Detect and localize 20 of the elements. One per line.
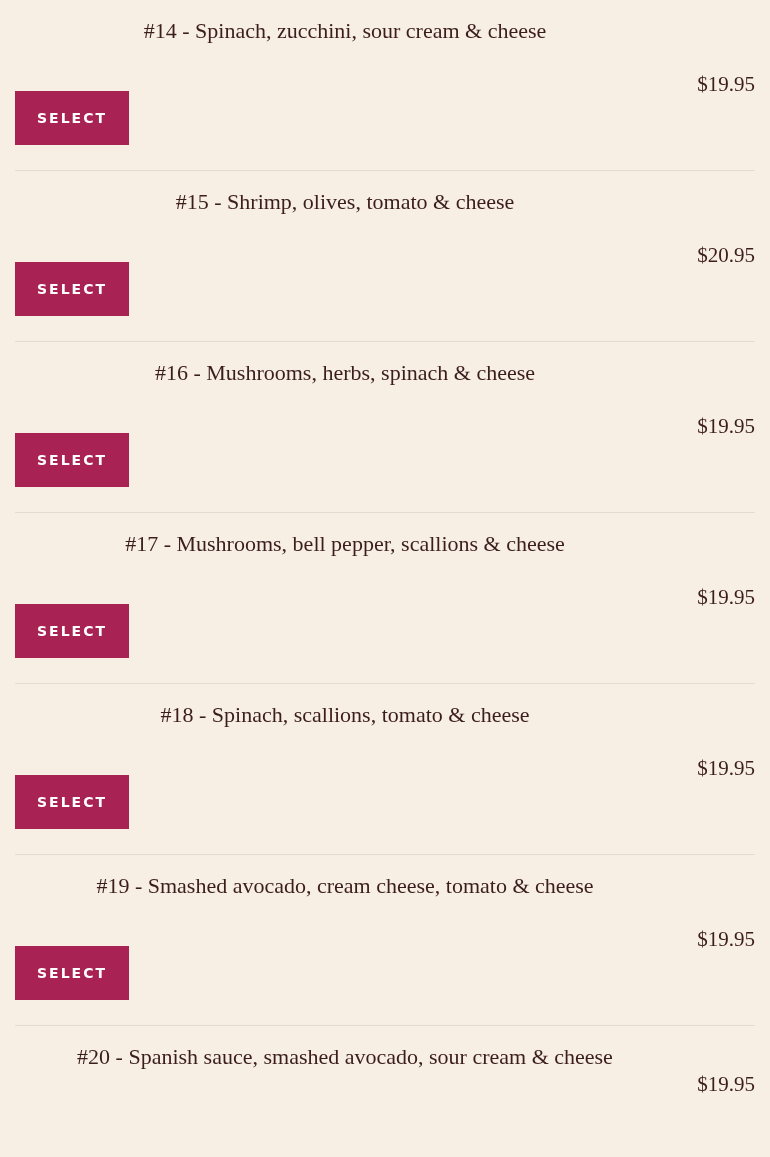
price: $19.95 (697, 1072, 755, 1096)
select-button[interactable]: SELECT (15, 433, 129, 487)
pizza-title: #17 - Mushrooms, bell pepper, scallions & cheese (125, 531, 565, 557)
price: $19.95 (697, 756, 755, 780)
price: $19.95 (697, 585, 755, 609)
pizza-title: #19 - Smashed avocado, cream cheese, tomato & cheese (96, 873, 594, 899)
pizza-title: #20 - Spanish sauce, smashed avocado, sour cream & cheese (77, 1044, 613, 1070)
pizza-title: #15 - Shrimp, olives, tomato & cheese (175, 189, 515, 215)
price: $20.95 (697, 243, 755, 267)
price: $19.95 (697, 72, 755, 96)
pizza-title: #16 - Mushrooms, herbs, spinach & cheese (154, 360, 535, 386)
price: $19.95 (697, 927, 755, 951)
select-button[interactable]: SELECT (15, 775, 129, 829)
price: $19.95 (697, 414, 755, 438)
pizza-title: #18 - Spinach, scallions, tomato & cheese (160, 702, 530, 728)
select-button[interactable]: SELECT (15, 91, 129, 145)
select-button[interactable]: SELECT (15, 946, 129, 1000)
pizza-title: #14 - Spinach, zucchini, sour cream & cheese (143, 18, 547, 44)
select-button[interactable]: SELECT (15, 262, 129, 316)
select-button[interactable]: SELECT (15, 604, 129, 658)
